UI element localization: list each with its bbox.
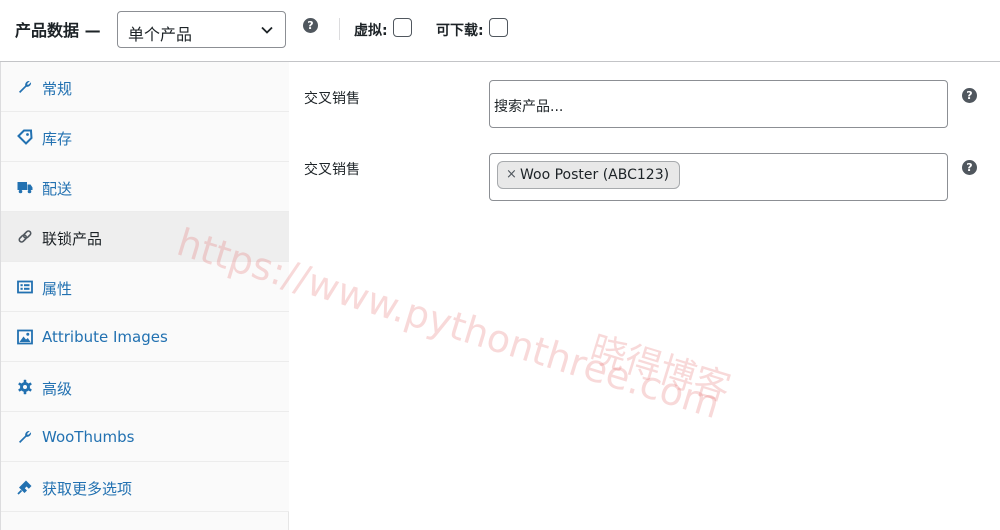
image-icon — [17, 329, 33, 345]
tab-inventory-label: 库存 — [42, 130, 73, 148]
gear-icon — [18, 379, 32, 395]
downloadable-checkbox[interactable] — [489, 18, 508, 37]
wrench-icon — [19, 430, 32, 443]
tab-attribute-images-label: Attribute Images — [42, 328, 168, 346]
linked-products-panel: 交叉销售 搜索产品... ? 交叉销售 × Woo Poster (ABC123… — [289, 62, 1000, 530]
tab-shipping-label: 配送 — [42, 180, 73, 198]
tab-attributes-label: 属性 — [42, 280, 73, 298]
virtual-checkbox[interactable] — [393, 18, 412, 37]
tab-advanced[interactable]: 高级 — [1, 362, 289, 412]
tab-attributes[interactable]: 属性 — [1, 262, 289, 312]
chevron-down-icon — [261, 26, 273, 34]
tab-inventory[interactable]: 库存 — [1, 112, 289, 162]
help-icon[interactable]: ? — [303, 18, 318, 33]
upsells-placeholder: 搜索产品... — [494, 99, 564, 115]
tab-get-more-options[interactable]: 获取更多选项 — [1, 462, 289, 512]
tab-get-more-options-label: 获取更多选项 — [42, 480, 133, 498]
tab-general-label: 常规 — [42, 80, 73, 98]
tab-linked-products-label: 联锁产品 — [42, 230, 103, 248]
header-divider — [339, 18, 340, 40]
tab-woothumbs-label: WooThumbs — [42, 428, 135, 446]
tab-advanced-label: 高级 — [42, 380, 73, 398]
wrench-icon — [19, 80, 32, 93]
link-icon — [18, 230, 32, 243]
tab-linked-products[interactable]: 联锁产品 — [1, 212, 289, 262]
upsells-search-input[interactable]: 搜索产品... — [489, 80, 948, 128]
selected-product-label: Woo Poster (ABC123) — [520, 167, 670, 183]
remove-tag-icon[interactable]: × — [506, 162, 517, 188]
tab-shipping[interactable]: 配送 — [1, 162, 289, 212]
upsells-label: 交叉销售 — [304, 91, 360, 107]
upsells-help-icon[interactable]: ? — [962, 88, 977, 103]
product-data-header: 产品数据 — 单个产品 ? 虚拟: 可下载: — [0, 0, 1000, 62]
truck-icon — [17, 182, 33, 194]
selected-product-tag: × Woo Poster (ABC123) — [497, 161, 681, 189]
downloadable-label: 可下载: — [436, 23, 484, 39]
plugin-icon — [17, 480, 32, 495]
cross-sells-help-icon[interactable]: ? — [962, 160, 977, 175]
tab-attribute-images[interactable]: Attribute Images — [1, 312, 289, 362]
tag-icon — [17, 129, 33, 145]
virtual-label: 虚拟: — [354, 23, 388, 39]
tab-woothumbs[interactable]: WooThumbs — [1, 412, 289, 462]
list-card-icon — [17, 280, 33, 294]
cross-sells-label: 交叉销售 — [304, 162, 360, 178]
cross-sells-select[interactable]: × Woo Poster (ABC123) — [489, 153, 948, 201]
tab-general[interactable]: 常规 — [1, 62, 289, 112]
product-type-value: 单个产品 — [128, 25, 193, 44]
product-type-select[interactable]: 单个产品 — [117, 11, 286, 48]
product-data-title: 产品数据 — — [15, 21, 101, 40]
product-data-tabs: 常规 库存 配送 联锁产品 属性 Attribute Images 高级 Woo… — [0, 62, 289, 530]
